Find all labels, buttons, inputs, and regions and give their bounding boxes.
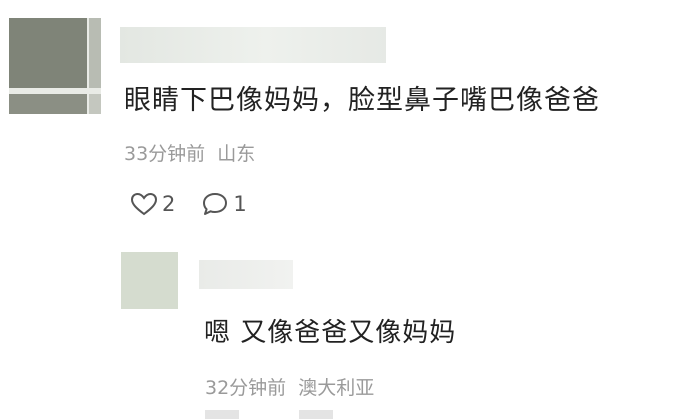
heart-icon (130, 192, 158, 216)
username-blurred[interactable] (120, 27, 386, 63)
comment-meta: 33分钟前 山东 (124, 139, 255, 166)
reply-username-blurred[interactable] (199, 260, 293, 289)
reply-text: 嗯 又像爸爸又像妈妈 (204, 318, 457, 348)
comment-icon (203, 193, 228, 215)
comment-time: 33分钟前 (124, 143, 206, 165)
reply-location: 澳大利亚 (298, 377, 375, 399)
reply-time: 32分钟前 (205, 377, 287, 399)
reply-count: 1 (233, 192, 247, 216)
comment-text: 眼睛下巴像妈妈，脸型鼻子嘴巴像爸爸 (124, 85, 600, 116)
like-count: 2 (162, 192, 176, 216)
reply-count-button[interactable]: 1 (201, 191, 247, 217)
like-button[interactable]: 2 (130, 192, 175, 216)
reply-actions-cutoff (205, 410, 405, 419)
comment-location: 山东 (217, 143, 256, 165)
comment-actions: 2 1 (130, 189, 273, 219)
reply-avatar[interactable] (121, 252, 178, 309)
avatar[interactable] (9, 18, 101, 114)
reply-meta: 32分钟前 澳大利亚 (205, 373, 374, 400)
comment-thread: 眼睛下巴像妈妈，脸型鼻子嘴巴像爸爸 33分钟前 山东 2 1 嗯 又像爸爸又像妈… (0, 0, 700, 419)
